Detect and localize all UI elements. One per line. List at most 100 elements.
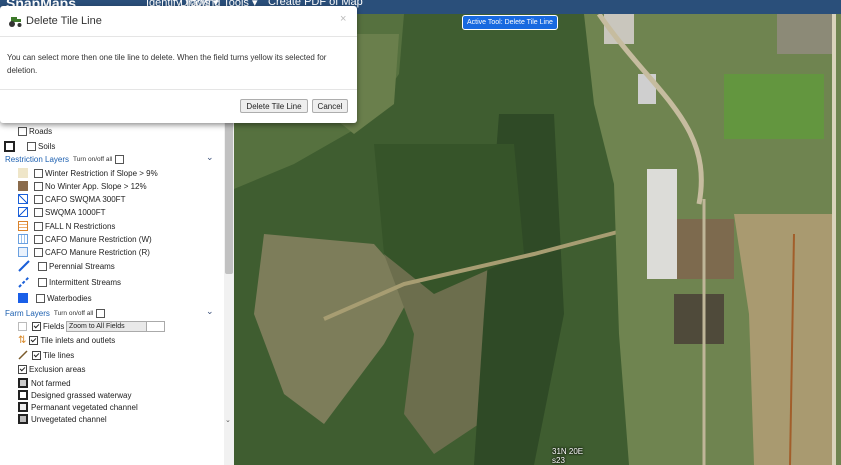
tile-lines-row: Tile lines (18, 350, 74, 360)
roads-label: Roads (29, 127, 53, 136)
zoom-dropdown[interactable] (146, 322, 164, 331)
restriction-label: Waterbodies (47, 293, 92, 303)
restriction-checkbox[interactable] (38, 261, 47, 271)
tile-inlets-row: ⇅ Tile inlets and outlets (18, 335, 115, 346)
dialog-title: Delete Tile Line (26, 15, 102, 27)
restriction-item: Perennial Streams (18, 260, 115, 272)
farm-layers-header: Farm Layers Turn on/off all (5, 309, 107, 318)
restriction-label: CAFO Manure Restriction (W) (45, 234, 152, 244)
section-label: 31N 20E s23 (552, 447, 583, 465)
water-swatch-icon (18, 293, 28, 303)
exclusion-item-label: Designed grassed waterway (31, 390, 132, 400)
exclusion-areas-checkbox[interactable] (18, 365, 27, 374)
cancel-button[interactable]: Cancel (312, 99, 348, 113)
restriction-checkbox[interactable] (34, 194, 43, 204)
close-icon[interactable]: × (340, 13, 346, 25)
fields-checkbox[interactable] (32, 322, 41, 331)
restriction-item: No Winter App. Slope > 12% (18, 181, 147, 191)
restriction-item: Intermittent Streams (18, 276, 121, 288)
exclusion-item: Permanant vegetated channel (18, 402, 138, 412)
restriction-checkbox[interactable] (34, 234, 43, 244)
exclusion-item-label: Unvegetated channel (31, 414, 107, 424)
farm-collapse-chevron-icon[interactable]: ⌄ (206, 306, 214, 317)
tile-inlets-label: Tile inlets and outlets (40, 336, 116, 345)
tan-swatch-icon (18, 168, 28, 178)
restriction-collapse-chevron-icon[interactable]: ⌄ (206, 152, 214, 163)
solid-stream-icon (18, 260, 30, 272)
blue-diagonal-swatch-icon (18, 207, 28, 217)
restriction-checkbox[interactable] (36, 293, 45, 303)
farm-toggle-checkbox[interactable] (96, 309, 106, 318)
exclusion-item-label: Permanant vegetated channel (31, 402, 138, 412)
soils-checkbox[interactable] (27, 142, 36, 151)
exclusion-item: Unvegetated channel (18, 414, 107, 424)
farm-toggle-label: Turn on/off all (53, 310, 94, 317)
roads-layer-row: Roads (18, 127, 52, 136)
soils-swatch-icon (4, 141, 15, 152)
restriction-label: Winter Restriction if Slope > 9% (45, 168, 158, 178)
restriction-item: Winter Restriction if Slope > 9% (18, 168, 158, 178)
brown-swatch-icon (18, 181, 28, 191)
scroll-down-arrow-icon[interactable]: ⌄ (225, 416, 231, 424)
restriction-checkbox[interactable] (38, 277, 47, 287)
exclusion-areas-label: Exclusion areas (29, 365, 86, 374)
section-number-label: s23 (552, 456, 565, 465)
orange-grid-swatch-icon (18, 221, 28, 231)
blue-grid-swatch-icon (18, 234, 28, 244)
grassed-waterway-swatch-icon (18, 390, 28, 400)
exclusion-item: Designed grassed waterway (18, 390, 132, 400)
restriction-label: Intermittent Streams (49, 277, 122, 287)
tile-inlets-checkbox[interactable] (29, 336, 39, 345)
tile-inlet-arrows-icon: ⇅ (18, 335, 27, 346)
dialog-header: Delete Tile Line × (0, 6, 357, 37)
tractor-icon (9, 17, 22, 27)
active-tool-badge: Active Tool: Delete Tile Line (462, 15, 558, 30)
restriction-label: SWQMA 1000FT (45, 207, 106, 217)
restriction-item: CAFO SWQMA 300FT (18, 194, 125, 204)
soils-label: Soils (38, 142, 56, 151)
fields-layer-row: Fields (18, 322, 64, 331)
restriction-item: SWQMA 1000FT (18, 207, 105, 217)
restriction-item: CAFO Manure Restriction (W) (18, 234, 152, 244)
vegetated-channel-swatch-icon (18, 402, 28, 412)
delete-tile-line-button[interactable]: Delete Tile Line (240, 99, 308, 113)
farm-layers-title: Farm Layers (5, 309, 50, 318)
zoom-to-all-fields-label: Zoom to All Fields (69, 323, 125, 330)
blue-hatch-swatch-icon (18, 194, 28, 204)
dialog-message: You can select more then one tile line t… (7, 53, 327, 75)
restriction-checkbox[interactable] (34, 168, 43, 178)
restriction-checkbox[interactable] (34, 247, 43, 257)
not-farmed-swatch-icon (18, 378, 28, 388)
restriction-label: CAFO Manure Restriction (R) (45, 247, 150, 257)
tile-lines-checkbox[interactable] (32, 350, 41, 360)
restriction-checkbox[interactable] (34, 181, 43, 191)
township-label: 31N 20E (552, 447, 584, 456)
delete-tile-line-dialog: Delete Tile Line × You can select more t… (0, 6, 357, 123)
restriction-toggle-checkbox[interactable] (115, 155, 125, 164)
restriction-layers-title: Restriction Layers (5, 155, 70, 164)
unvegetated-channel-swatch-icon (18, 414, 28, 424)
restriction-checkbox[interactable] (34, 221, 43, 231)
tile-lines-label: Tile lines (43, 350, 75, 360)
restriction-label: FALL N Restrictions (45, 221, 116, 231)
restriction-item: Waterbodies (18, 293, 92, 303)
restriction-label: CAFO SWQMA 300FT (45, 194, 126, 204)
dashed-stream-icon (18, 276, 30, 288)
zoom-to-all-fields-button[interactable]: Zoom to All Fields (66, 321, 165, 332)
blue-f-swatch-icon (18, 247, 28, 257)
restriction-label: No Winter App. Slope > 12% (45, 181, 147, 191)
exclusion-item-label: Not farmed (31, 378, 71, 388)
restriction-item: FALL N Restrictions (18, 221, 115, 231)
exclusion-areas-row: Exclusion areas (18, 365, 85, 374)
tile-line-icon (18, 350, 28, 360)
restriction-layers-header: Restriction Layers Turn on/off all (5, 155, 126, 164)
restriction-item: CAFO Manure Restriction (R) (18, 247, 150, 257)
restriction-toggle-label: Turn on/off all (73, 156, 113, 163)
fields-label: Fields (43, 322, 65, 331)
restriction-checkbox[interactable] (34, 207, 43, 217)
soils-layer-row: Soils (4, 141, 55, 152)
roads-checkbox[interactable] (18, 127, 27, 136)
fields-swatch-icon (18, 322, 27, 331)
restriction-label: Perennial Streams (49, 261, 115, 271)
exclusion-item: Not farmed (18, 378, 71, 388)
